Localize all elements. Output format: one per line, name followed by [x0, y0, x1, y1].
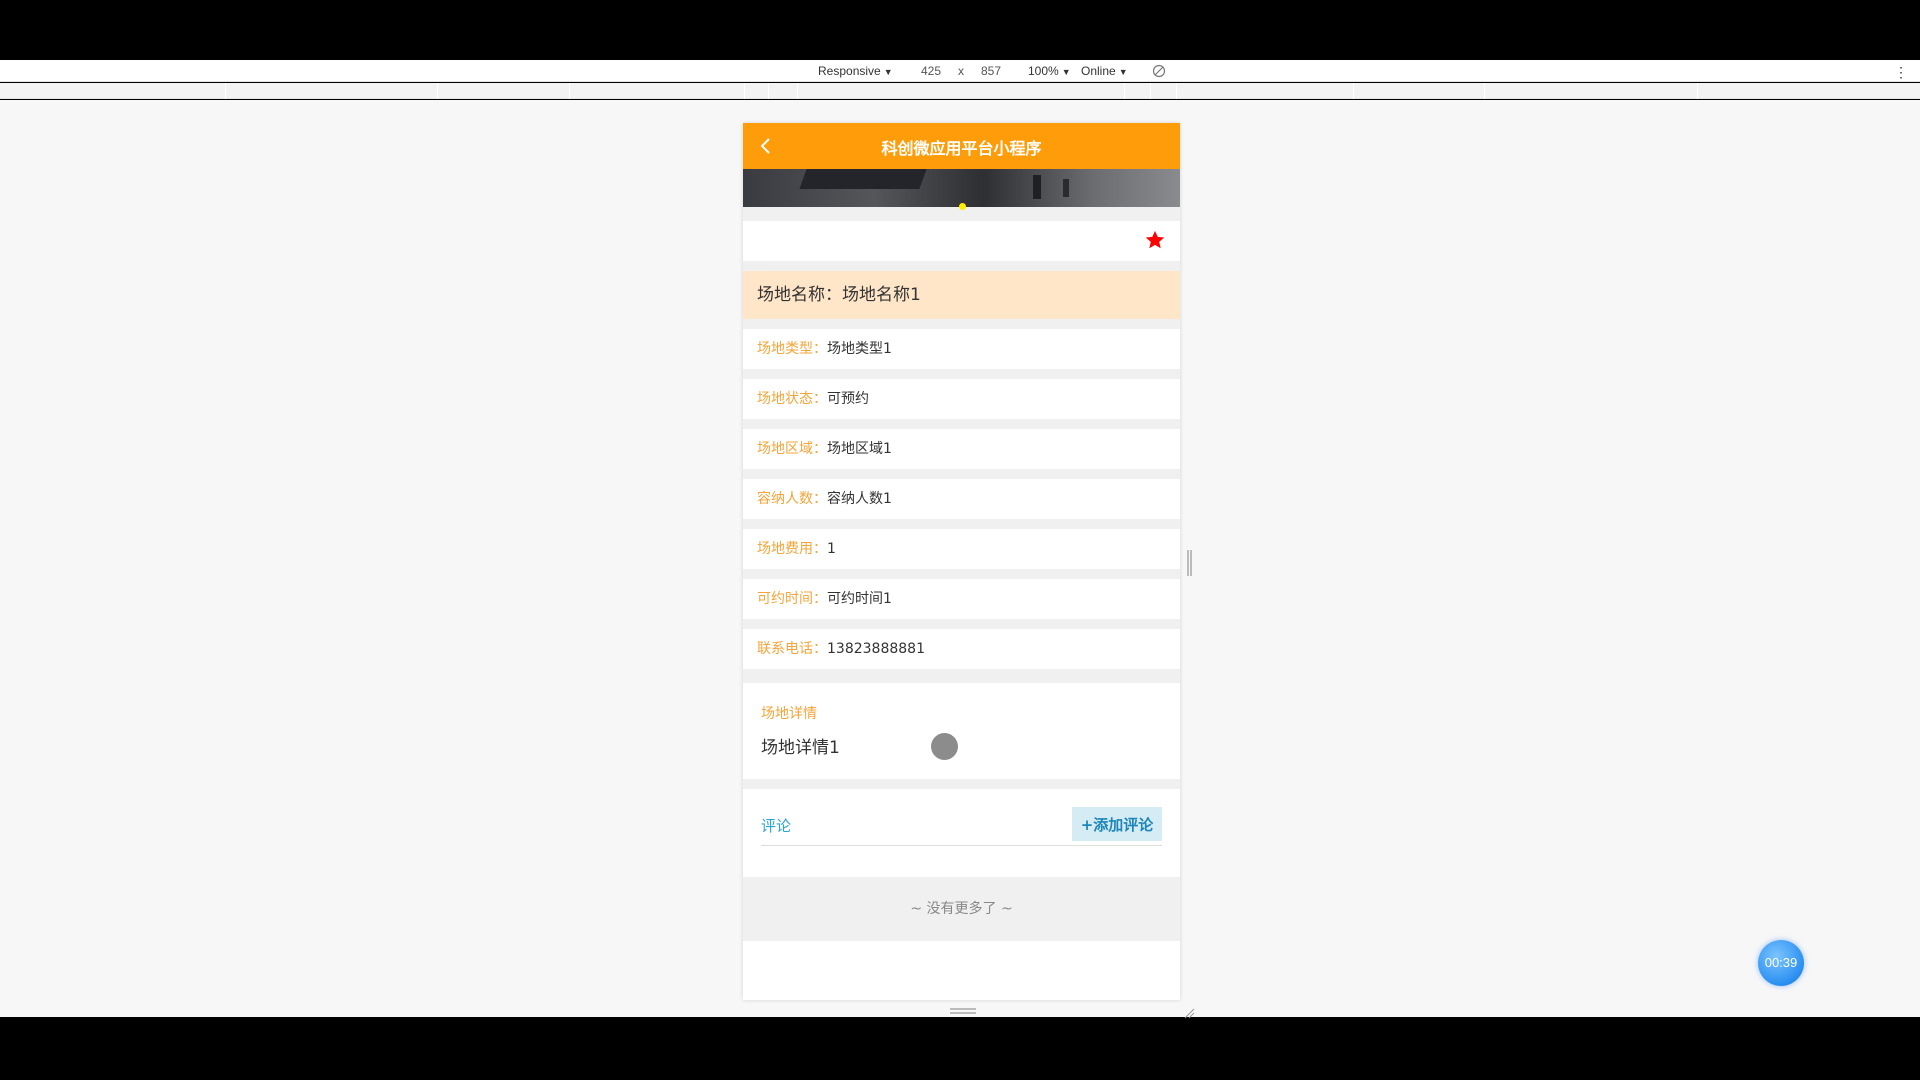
field-key: 联系电话：: [757, 641, 827, 657]
add-comment-button[interactable]: +添加评论: [1072, 807, 1162, 841]
banner-chair-shape: [1063, 179, 1069, 197]
field-venue-status: 场地状态：可预约: [743, 379, 1180, 419]
field-venue-area: 场地区域：场地区域1: [743, 429, 1180, 469]
field-key: 容纳人数：: [757, 491, 827, 507]
field-key: 场地状态：: [757, 391, 827, 407]
zoom-label: 100%: [1028, 64, 1059, 78]
venue-detail-card: 场地详情 场地详情1: [743, 683, 1180, 779]
divider: [761, 845, 1162, 846]
detail-text: 场地详情1: [761, 738, 840, 758]
phone-screen: 科创微应用平台小程序 场地名称：场地名称1 场地类型：场地类型1 场地状态：可预…: [743, 123, 1180, 1000]
resize-handle-right[interactable]: [1187, 550, 1192, 576]
blank-area: [743, 941, 1180, 1000]
device-mode-select[interactable]: Responsive ▼: [818, 64, 893, 78]
zoom-select[interactable]: 100% ▼: [1028, 64, 1071, 78]
detail-heading: 场地详情: [761, 706, 817, 722]
field-value: 可预约: [827, 391, 869, 407]
devtools-device-toolbar: Responsive ▼ 425 x 857 100% ▼ Online ▼ ⋮: [0, 60, 1920, 82]
field-value: 13823888881: [827, 641, 925, 657]
no-more-text: ~ 没有更多了 ~: [743, 877, 1180, 941]
banner-chair-shape: [1033, 175, 1041, 199]
rotate-icon[interactable]: [1152, 64, 1166, 81]
comments-section: 评论 +添加评论: [743, 789, 1180, 877]
viewport-width-input[interactable]: 425: [921, 64, 941, 78]
field-value: 1: [827, 541, 836, 557]
recording-timer[interactable]: 00:39: [1758, 940, 1804, 986]
field-key: 场地类型：: [757, 341, 827, 357]
banner-indicator-dot[interactable]: [959, 203, 966, 210]
resize-handle-bottom[interactable]: [950, 1008, 976, 1014]
dimension-separator: x: [958, 64, 964, 78]
device-mode-label: Responsive: [818, 64, 881, 78]
more-options-icon[interactable]: ⋮: [1894, 64, 1908, 81]
chevron-down-icon: ▼: [1061, 67, 1071, 77]
chevron-down-icon: ▼: [1118, 67, 1128, 77]
screen: Responsive ▼ 425 x 857 100% ▼ Online ▼ ⋮ 科创…: [0, 0, 1920, 1080]
field-value: 场地区域1: [827, 441, 892, 457]
field-value: 可约时间1: [827, 591, 892, 607]
field-venue-type: 场地类型：场地类型1: [743, 329, 1180, 369]
banner-desk-shape: [799, 169, 927, 189]
favorite-star-icon[interactable]: [1144, 229, 1166, 251]
resize-corner-icon[interactable]: [1183, 1004, 1195, 1019]
comments-heading: 评论: [761, 817, 792, 835]
field-key: 可约时间：: [757, 591, 827, 607]
nav-bar: 科创微应用平台小程序: [743, 123, 1180, 169]
field-value: 容纳人数1: [827, 491, 892, 507]
field-key: 场地区域：: [757, 441, 827, 457]
field-fee: 场地费用：1: [743, 529, 1180, 569]
field-capacity: 容纳人数：容纳人数1: [743, 479, 1180, 519]
chevron-down-icon: ▼: [883, 67, 893, 77]
venue-name: 场地名称：场地名称1: [743, 271, 1180, 319]
venue-photo-banner[interactable]: [743, 169, 1180, 207]
throttle-label: Online: [1081, 64, 1116, 78]
field-value: 场地类型1: [827, 341, 892, 357]
viewport-height-input[interactable]: 857: [981, 64, 1001, 78]
favorite-row: [743, 221, 1180, 261]
field-phone: 联系电话：13823888881: [743, 629, 1180, 669]
throttle-select[interactable]: Online ▼: [1081, 64, 1128, 78]
touch-cursor-indicator: [931, 733, 958, 760]
field-key: 场地费用：: [757, 541, 827, 557]
media-query-ruler: [0, 83, 1920, 99]
field-available-time: 可约时间：可约时间1: [743, 579, 1180, 619]
page-title: 科创微应用平台小程序: [881, 139, 1042, 158]
